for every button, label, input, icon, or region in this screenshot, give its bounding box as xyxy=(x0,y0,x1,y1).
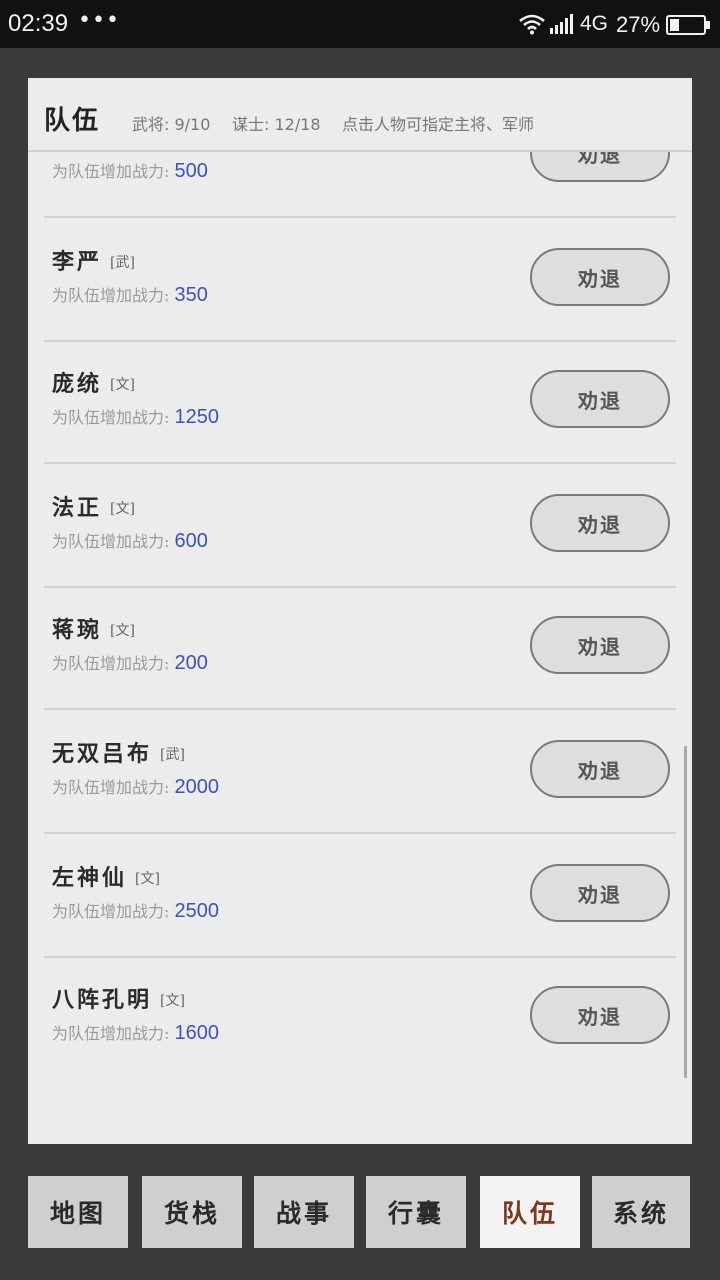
member-type: [武] xyxy=(160,747,185,763)
member-type: [文] xyxy=(110,501,135,517)
battery-percent: 27% xyxy=(616,12,661,37)
member-power: 为队伍增加战力: 1600 xyxy=(52,1022,219,1044)
member-name: 左神仙 [文] xyxy=(52,865,160,891)
member-type: [文] xyxy=(110,623,135,639)
list-item[interactable]: 庞统 [文] 为队伍增加战力: 1250 劝退 xyxy=(44,340,676,464)
member-name: 八阵孔明 [文] xyxy=(52,987,185,1013)
warrior-count: 武将: 9/10 xyxy=(132,115,211,134)
signal-icon xyxy=(550,14,576,38)
page-title: 队伍 xyxy=(44,106,101,136)
member-name: 庞统 [文] xyxy=(52,371,135,397)
dismiss-button[interactable]: 劝退 xyxy=(530,986,670,1044)
list-item[interactable]: 蒋琬 [文] 为队伍增加战力: 200 劝退 xyxy=(44,586,676,710)
hint-text: 点击人物可指定主将、军师 xyxy=(342,115,535,134)
nav-battle[interactable]: 战事 xyxy=(254,1176,354,1248)
member-power: 为队伍增加战力: 200 xyxy=(52,652,208,674)
member-name: 法正 [文] xyxy=(52,495,135,521)
dismiss-button[interactable]: 劝退 xyxy=(530,616,670,674)
member-power: 为队伍增加战力: 2000 xyxy=(52,776,219,798)
dismiss-button[interactable]: 劝退 xyxy=(530,370,670,428)
member-power: 为队伍增加战力: 2500 xyxy=(52,900,219,922)
dismiss-button[interactable]: 劝退 xyxy=(530,494,670,552)
member-power: 为队伍增加战力: 350 xyxy=(52,284,208,306)
member-power: 为队伍增加战力: 500 xyxy=(52,160,208,182)
nav-team[interactable]: 队伍 xyxy=(480,1176,580,1248)
list-item[interactable]: 李严 [武] 为队伍增加战力: 350 劝退 xyxy=(44,218,676,342)
list-item[interactable]: 左神仙 [文] 为队伍增加战力: 2500 劝退 xyxy=(44,834,676,958)
nav-map[interactable]: 地图 xyxy=(28,1176,128,1248)
member-name: 蒋琬 [文] xyxy=(52,617,135,643)
scrollbar[interactable] xyxy=(684,746,687,1078)
member-type: [文] xyxy=(135,871,160,887)
team-panel: 队伍 武将: 9/10 谋士: 12/18 点击人物可指定主将、军师 为队伍增加… xyxy=(28,78,692,1144)
member-name: 无双吕布 [武] xyxy=(52,741,185,767)
strategist-count: 谋士: 12/18 xyxy=(232,115,321,134)
member-name: 李严 [武] xyxy=(52,249,135,275)
dismiss-button[interactable]: 劝退 xyxy=(530,864,670,922)
nav-system[interactable]: 系统 xyxy=(592,1176,690,1248)
status-bar: 02:39 ••• 4G 27% xyxy=(0,0,720,48)
member-type: [文] xyxy=(160,993,185,1009)
wifi-icon xyxy=(518,13,546,39)
notification-dots: ••• xyxy=(78,8,120,33)
member-power: 为队伍增加战力: 1250 xyxy=(52,406,219,428)
member-type: [武] xyxy=(110,255,135,271)
network-type: 4G xyxy=(580,12,609,35)
dismiss-button[interactable]: 劝退 xyxy=(530,740,670,798)
list-item[interactable]: 八阵孔明 [文] 为队伍增加战力: 1600 劝退 xyxy=(44,956,676,1078)
member-type: [文] xyxy=(110,377,135,393)
member-power: 为队伍增加战力: 600 xyxy=(52,530,208,552)
status-time: 02:39 xyxy=(8,10,69,37)
battery-icon xyxy=(666,15,712,39)
nav-inventory[interactable]: 行囊 xyxy=(366,1176,466,1248)
panel-header: 队伍 武将: 9/10 谋士: 12/18 点击人物可指定主将、军师 xyxy=(28,78,692,152)
list-item[interactable]: 法正 [文] 为队伍增加战力: 600 劝退 xyxy=(44,464,676,588)
dismiss-button[interactable]: 劝退 xyxy=(530,248,670,306)
list-item[interactable]: 无双吕布 [武] 为队伍增加战力: 2000 劝退 xyxy=(44,710,676,834)
nav-shop[interactable]: 货栈 xyxy=(142,1176,242,1248)
